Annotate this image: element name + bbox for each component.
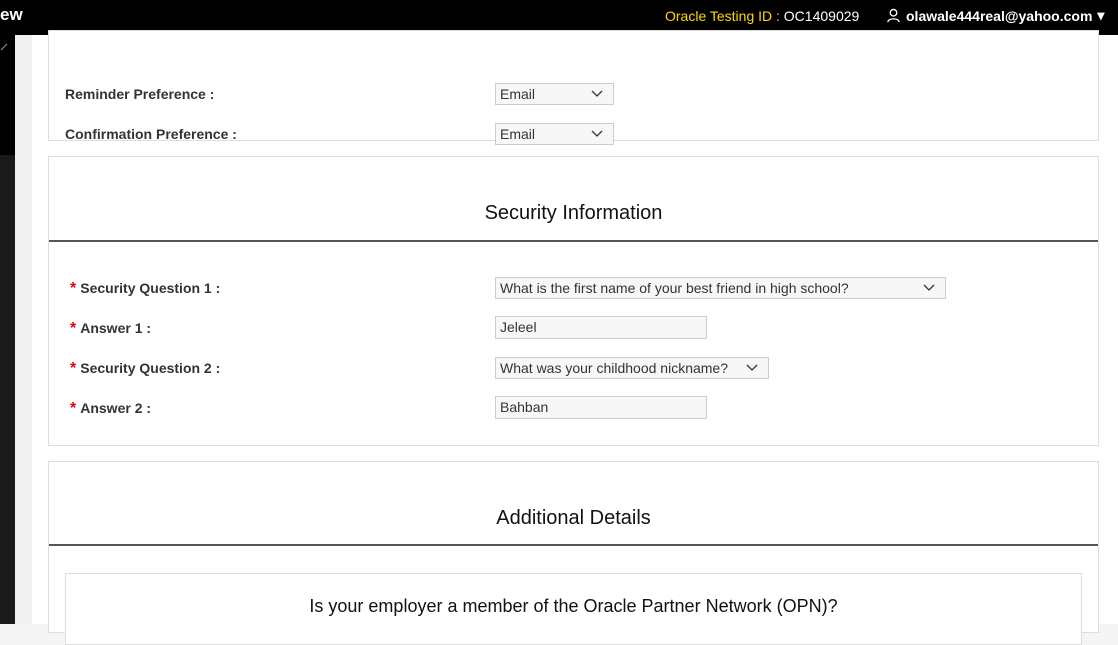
side-nav-background	[0, 155, 15, 624]
security-question-1-value: What is the first name of your best frie…	[500, 280, 849, 296]
required-indicator: *	[70, 400, 77, 417]
chevron-down-icon: ▾	[1097, 7, 1105, 23]
reminder-preference-label: Reminder Preference :	[65, 86, 215, 102]
opn-question-card: Is your employer a member of the Oracle …	[65, 573, 1082, 645]
oracle-testing-id: Oracle Testing ID : OC1409029	[665, 8, 859, 24]
security-question-2-select[interactable]: What was your childhood nickname?	[495, 357, 769, 379]
user-icon	[886, 8, 901, 23]
confirmation-preference-value: Email	[500, 126, 536, 142]
required-indicator: *	[70, 280, 77, 297]
answer-1-input[interactable]: Jeleel	[495, 316, 707, 339]
security-information-title: Security Information	[484, 202, 663, 224]
required-indicator: *	[70, 320, 77, 337]
chevron-down-icon	[591, 90, 603, 97]
testing-id-value: OC1409029	[783, 8, 860, 24]
testing-id-label: Oracle Testing ID :	[665, 8, 784, 24]
chevron-down-icon	[746, 364, 758, 371]
security-question-2-value: What was your childhood nickname?	[500, 360, 729, 376]
reminder-preference-select[interactable]: Email	[495, 83, 614, 105]
side-nav-collapsed[interactable]	[0, 35, 15, 155]
answer-1-label: * Answer 1 :	[70, 320, 152, 337]
chevron-down-icon	[591, 130, 603, 137]
opn-question: Is your employer a member of the Oracle …	[309, 596, 838, 616]
page-gutter	[15, 35, 32, 624]
answer-2-input[interactable]: Bahban	[495, 396, 707, 419]
security-question-1-label: * Security Question 1 :	[70, 280, 221, 297]
required-indicator: *	[70, 360, 77, 377]
answer-2-label: * Answer 2 :	[70, 400, 152, 417]
user-menu[interactable]: olawale444real@yahoo.com ▾	[886, 7, 1104, 24]
additional-details-card: Additional Details Is your employer a me…	[48, 461, 1099, 645]
user-email: olawale444real@yahoo.com	[906, 7, 1093, 24]
security-question-1-select[interactable]: What is the first name of your best frie…	[495, 277, 946, 299]
confirmation-preference-select[interactable]: Email	[495, 123, 614, 145]
security-question-2-label: * Security Question 2 :	[70, 360, 221, 377]
chevron-icon	[0, 43, 8, 51]
security-information-card: Security Information * Security Question …	[48, 156, 1099, 446]
section-divider	[49, 544, 1098, 546]
reminder-preference-value: Email	[500, 86, 536, 102]
brand-title: ew	[0, 5, 23, 24]
section-divider	[49, 240, 1098, 242]
preferences-card: Reminder Preference : Email Confirmation…	[48, 30, 1099, 145]
confirmation-preference-label: Confirmation Preference :	[65, 126, 237, 142]
chevron-down-icon	[923, 284, 935, 291]
main-content: Reminder Preference : Email Confirmation…	[32, 30, 1118, 645]
additional-details-title: Additional Details	[496, 507, 651, 529]
